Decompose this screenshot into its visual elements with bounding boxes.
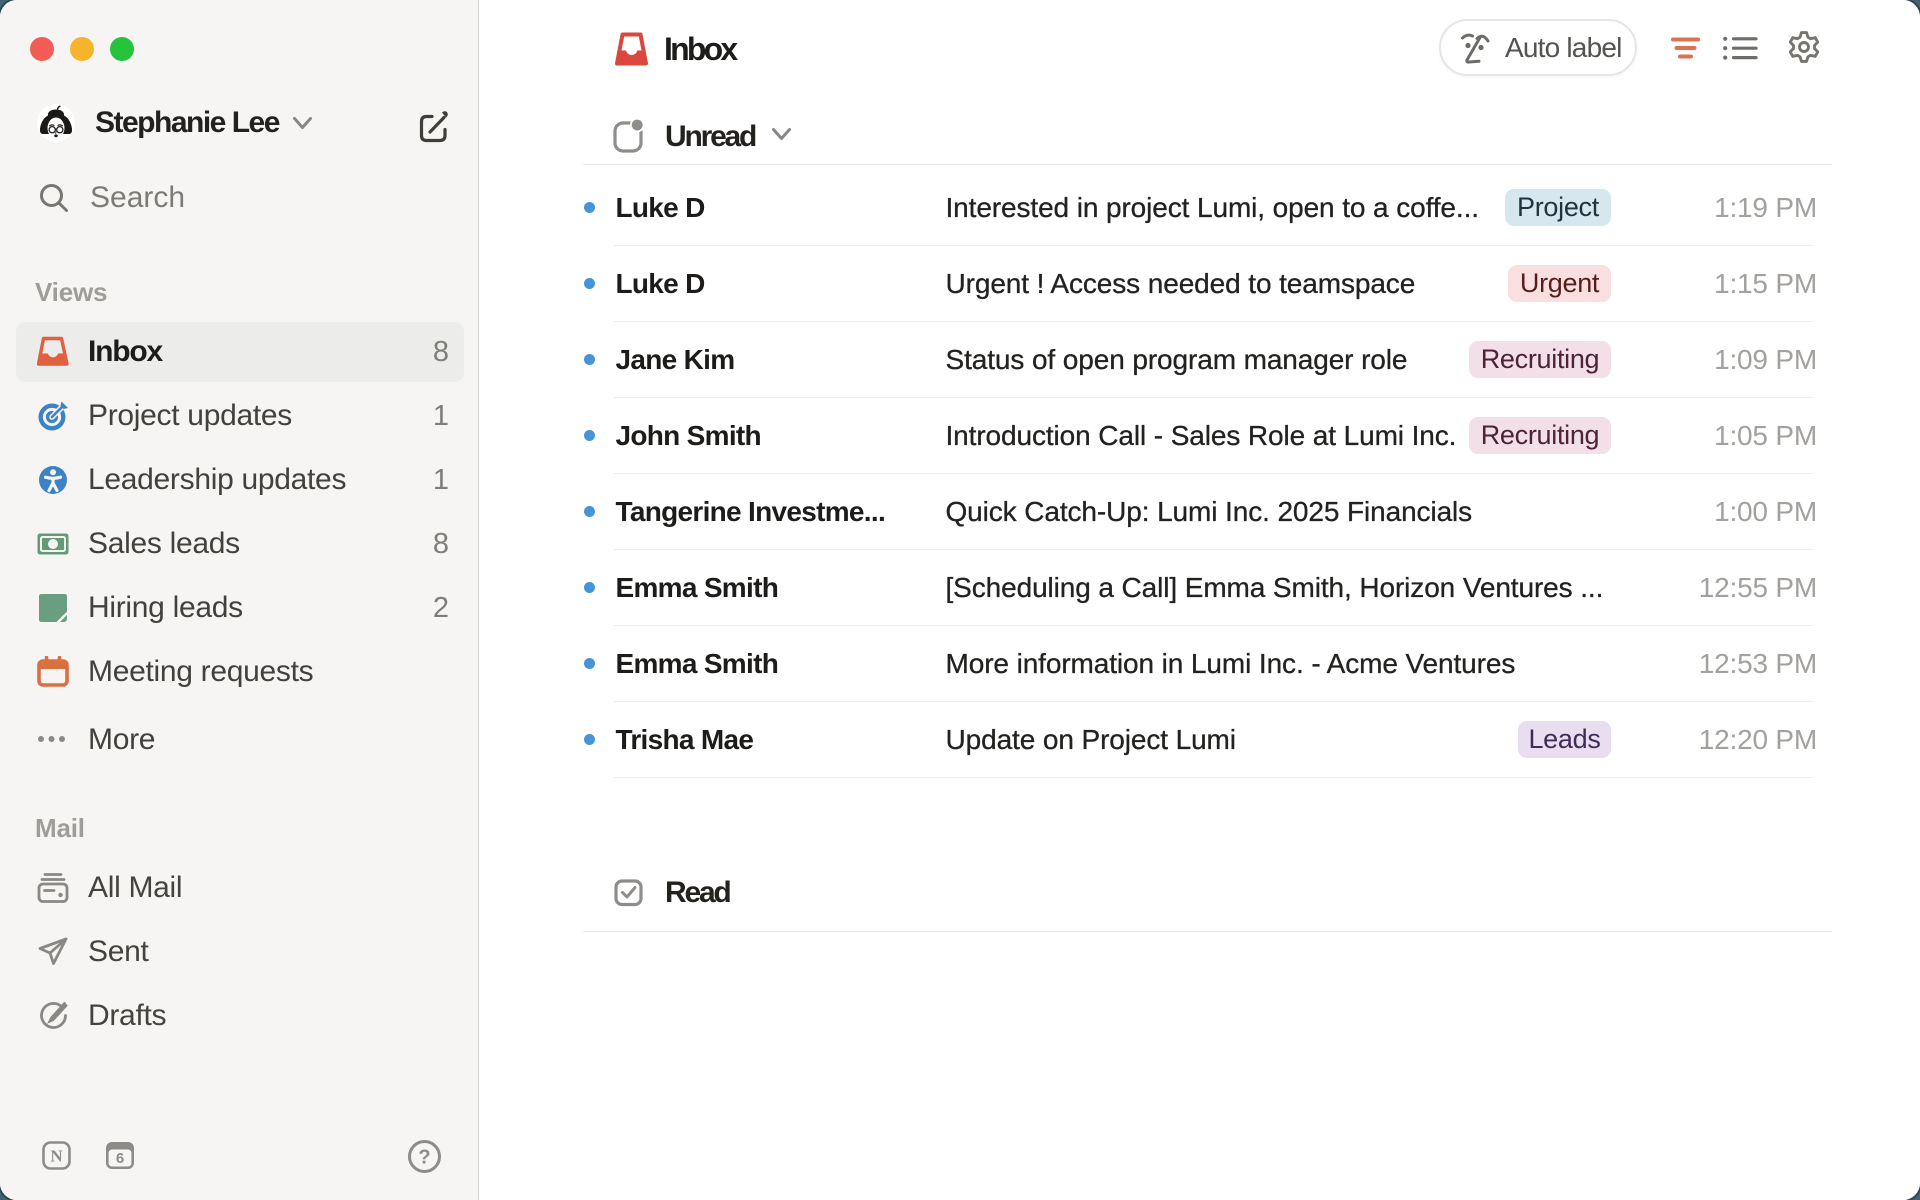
svg-text:6: 6 [116,1150,124,1167]
svg-text:?: ? [418,1147,430,1169]
svg-text:N: N [50,1147,63,1166]
